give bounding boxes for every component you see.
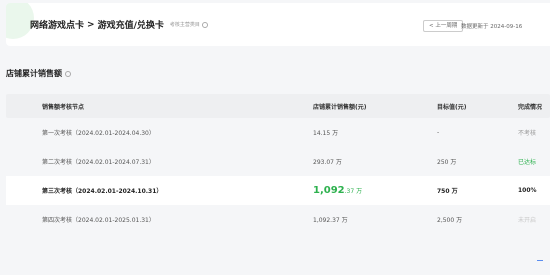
sales-decimal-value: .37 万	[344, 188, 363, 195]
target-cell: 250 万	[437, 159, 457, 166]
sales-cell: 1,092.37 万	[276, 185, 401, 196]
status-cell: 未开启	[518, 217, 537, 224]
status-cell: 已达标	[518, 159, 537, 166]
table-row: 第一次考核（2024.02.01-2024.04.30） 14.15 万 - 不…	[6, 118, 550, 147]
help-icon[interactable]	[65, 70, 71, 77]
previous-period-button[interactable]: < 上一周期	[423, 20, 464, 32]
header-card: 网络游戏点卡 > 游戏充值/兑换卡 考核主营类目 < 上一周期 数据更新于 20…	[6, 3, 550, 46]
sales-cell: 1,092.37 万	[313, 217, 348, 224]
table-header: 销售额考核节点 店铺累计销售额(元) 目标值(元) 完成情况	[6, 94, 550, 118]
target-cell: 750 万	[437, 188, 458, 195]
period-cell: 第二次考核（2024.02.01-2024.07.31）	[42, 159, 155, 166]
breadcrumb-category[interactable]: 网络游戏点卡	[30, 18, 84, 31]
section-title: 店铺累计销售额	[6, 68, 71, 79]
period-cell: 第三次考核（2024.02.01-2024.10.31）	[42, 188, 163, 195]
section-title-text: 店铺累计销售额	[6, 69, 62, 78]
sales-table: 销售额考核节点 店铺累计销售额(元) 目标值(元) 完成情况 第一次考核（202…	[6, 94, 550, 234]
status-cell: 不考核	[518, 130, 537, 137]
table-row: 第二次考核（2024.02.01-2024.07.31） 293.07 万 25…	[6, 147, 550, 176]
table-row: 第四次考核（2024.02.01-2025.01.31） 1,092.37 万 …	[6, 205, 550, 234]
target-cell: 2,500 万	[437, 217, 463, 224]
breadcrumb: 网络游戏点卡 > 游戏充值/兑换卡 考核主营类目	[30, 18, 208, 31]
column-header-status: 完成情况	[518, 103, 543, 111]
sales-cell: 14.15 万	[313, 130, 339, 137]
status-cell: 100%	[518, 187, 537, 194]
column-header-period: 销售额考核节点	[42, 103, 85, 111]
column-header-sales: 店铺累计销售额(元)	[313, 103, 367, 111]
period-cell: 第一次考核（2024.02.01-2024.04.30）	[42, 130, 155, 137]
breadcrumb-subcategory[interactable]: 游戏充值/兑换卡	[98, 18, 164, 31]
main-category-tag: 考核主营类目	[169, 22, 200, 28]
help-icon[interactable]	[201, 21, 208, 28]
minimize-icon[interactable]	[537, 260, 543, 262]
sales-main-value: 1,092	[313, 185, 345, 196]
breadcrumb-separator: >	[87, 19, 95, 30]
period-cell: 第四次考核（2024.02.01-2025.01.31）	[42, 217, 155, 224]
sales-cell: 293.07 万	[313, 159, 342, 166]
target-cell: -	[437, 129, 440, 136]
table-row-current: 第三次考核（2024.02.01-2024.10.31） 1,092.37 万 …	[6, 176, 550, 205]
column-header-target: 目标值(元)	[437, 103, 467, 111]
data-update-time: 数据更新于 2024-09-16	[461, 24, 523, 30]
